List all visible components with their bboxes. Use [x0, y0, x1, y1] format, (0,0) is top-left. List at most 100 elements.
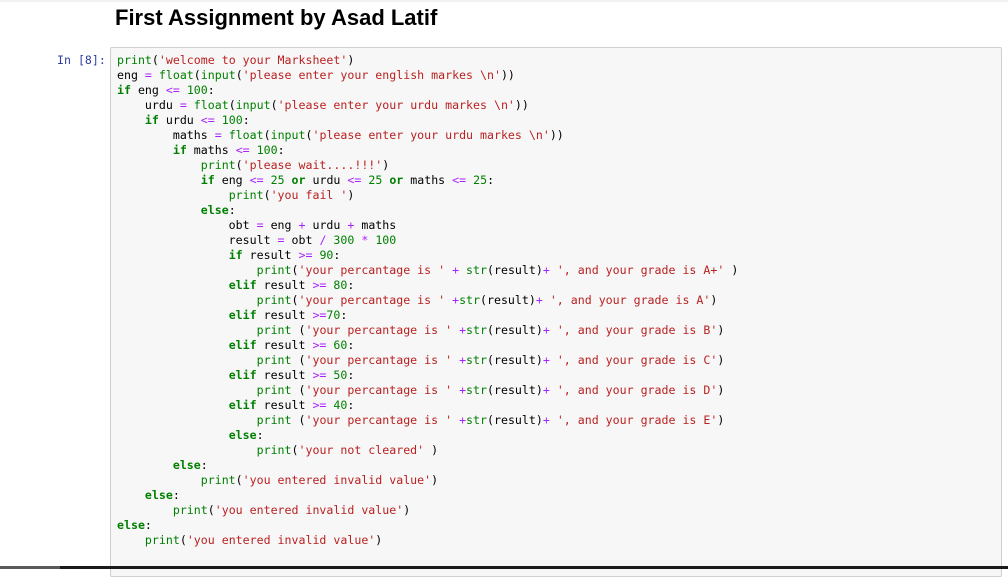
code-token: >= — [312, 308, 327, 322]
code-token: result — [256, 308, 313, 322]
code-token: elif — [228, 368, 257, 382]
code-token: print — [256, 383, 292, 397]
code-token: ( — [207, 503, 215, 517]
code-token: ( — [291, 293, 299, 307]
code-token: if — [228, 248, 243, 262]
code-line: if urdu <= 100: — [117, 113, 738, 128]
code-token: print — [228, 188, 264, 202]
code-token: (result) — [487, 323, 543, 337]
code-token: urdu — [305, 173, 348, 187]
code-token: ( — [291, 413, 306, 427]
code-line: print('you entered invalid value') — [117, 503, 738, 518]
code-token: else — [228, 428, 257, 442]
code-token: ) — [424, 443, 439, 457]
code-token: obt — [117, 218, 257, 232]
code-token: + — [459, 413, 467, 427]
code-token: ) — [717, 353, 725, 367]
code-token: ( — [179, 533, 187, 547]
code-editor[interactable]: print('welcome to your Marksheet') eng = … — [117, 53, 738, 548]
code-token: = — [179, 98, 187, 112]
code-token: print — [256, 293, 292, 307]
code-token: ( — [291, 383, 306, 397]
cell-input-prompt: In [8]: — [57, 53, 106, 67]
code-token: (result) — [487, 383, 543, 397]
code-token: : — [347, 278, 355, 292]
code-token: result — [117, 233, 278, 247]
code-token: 80 — [333, 278, 348, 292]
code-token: ( — [151, 53, 159, 67]
code-token: 'please enter your english markes \n' — [242, 68, 501, 82]
code-token: >= — [312, 368, 327, 382]
code-token: maths — [354, 218, 397, 232]
code-token: : — [347, 398, 355, 412]
code-token: 25 — [270, 173, 285, 187]
code-token: 'your percantage is ' — [305, 413, 453, 427]
code-token: 'you fail ' — [270, 188, 348, 202]
code-token: ) — [717, 383, 725, 397]
code-token: + — [542, 323, 550, 337]
code-token: + — [542, 413, 550, 427]
code-token: input — [200, 68, 236, 82]
code-token: : — [277, 143, 285, 157]
code-token: 40 — [333, 398, 348, 412]
code-token: ', and your grade is A' — [549, 293, 711, 307]
code-token: = — [214, 128, 222, 142]
code-token: : — [340, 308, 348, 322]
code-line: elif result >= 40: — [117, 398, 738, 413]
code-line: else: — [117, 203, 738, 218]
code-token: + — [542, 353, 550, 367]
code-token: : — [487, 173, 495, 187]
code-token: <= — [200, 113, 215, 127]
code-cell-input[interactable]: print('welcome to your Marksheet') eng = … — [110, 47, 1002, 577]
code-line: print ('your percantage is ' +str(result… — [117, 413, 738, 428]
code-token: ) — [431, 473, 439, 487]
code-token: 90 — [319, 248, 334, 262]
code-token: 'your percantage is ' — [305, 353, 453, 367]
code-line: urdu = float(input('please enter your ur… — [117, 98, 738, 113]
code-token: : — [144, 518, 152, 532]
code-line: print('you entered invalid value') — [117, 473, 738, 488]
code-token: result — [256, 368, 313, 382]
code-line: print ('your percantage is ' +str(result… — [117, 353, 738, 368]
code-token: = — [277, 233, 285, 247]
code-token: ) — [717, 323, 725, 337]
code-token: (result) — [487, 413, 543, 427]
code-token: maths — [117, 128, 215, 142]
code-token: obt — [284, 233, 320, 247]
code-token: 100 — [256, 143, 278, 157]
code-token: maths — [186, 143, 236, 157]
code-token: ( — [263, 128, 271, 142]
code-token: (result) — [480, 293, 536, 307]
code-token: elif — [228, 308, 257, 322]
code-line: eng = float(input('please enter your eng… — [117, 68, 738, 83]
code-line: print('your percantage is ' +str(result)… — [117, 293, 738, 308]
code-token: )) — [514, 98, 529, 112]
code-token: 'your percantage is ' — [298, 293, 446, 307]
code-token: ', and your grade is D' — [556, 383, 718, 397]
code-token: print — [256, 443, 292, 457]
code-token: eng — [130, 83, 166, 97]
code-token: print — [144, 533, 180, 547]
code-token: print — [200, 473, 236, 487]
code-line: elif result >=70: — [117, 308, 738, 323]
code-token: ) — [382, 158, 390, 172]
code-token: )) — [549, 128, 564, 142]
code-token: print — [256, 263, 292, 277]
code-token: 'please enter your urdu markes \n' — [312, 128, 550, 142]
code-token: eng — [214, 173, 250, 187]
